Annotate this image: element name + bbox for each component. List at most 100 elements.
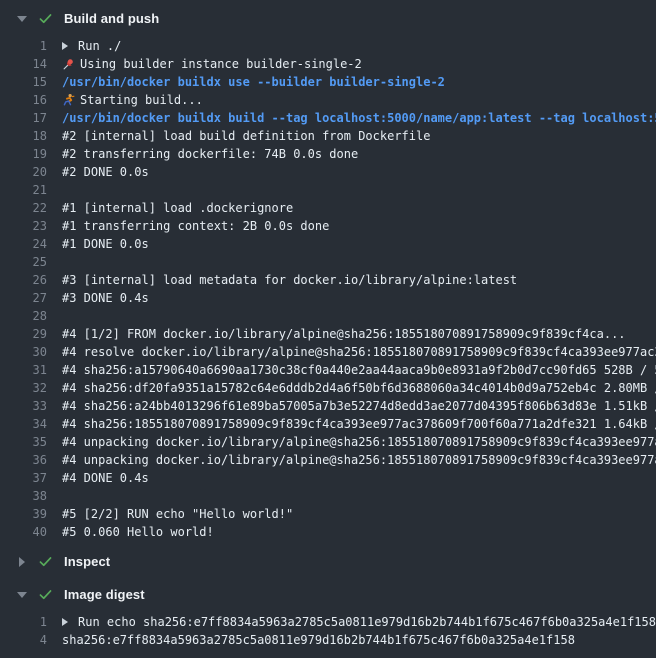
chevron-down-icon[interactable] <box>16 592 28 598</box>
log-line[interactable]: 23 #1 transferring context: 2B 0.0s done <box>0 217 656 235</box>
log-line[interactable]: 4 sha256:e7ff8834a5963a2785c5a0811e979d1… <box>0 631 656 649</box>
line-number: 15 <box>0 73 47 91</box>
log-line[interactable]: 25 <box>0 253 656 271</box>
log-section: Image digest 1 Run echo sha256:e7ff8834a… <box>0 578 656 653</box>
line-number: 39 <box>0 505 47 523</box>
line-number: 40 <box>0 523 47 541</box>
log-text: #5 0.060 Hello world! <box>62 523 214 541</box>
log-text: #2 DONE 0.0s <box>62 163 149 181</box>
log-text: #5 [2/2] RUN echo "Hello world!" <box>62 505 293 523</box>
log-line[interactable]: 19 #2 transferring dockerfile: 74B 0.0s … <box>0 145 656 163</box>
section-title: Image digest <box>64 587 145 602</box>
log-line[interactable]: 20 #2 DONE 0.0s <box>0 163 656 181</box>
section-log-body: 1 Run ./ 14 Using builder instance build… <box>0 35 656 545</box>
log-text: #4 resolve docker.io/library/alpine@sha2… <box>62 343 656 361</box>
runner-icon <box>62 93 75 107</box>
log-text: sha256:e7ff8834a5963a2785c5a0811e979d16b… <box>62 631 575 649</box>
log-text: #1 [internal] load .dockerignore <box>62 199 293 217</box>
log-line[interactable]: 14 Using builder instance builder-single… <box>0 55 656 73</box>
log-text: #1 DONE 0.0s <box>62 235 149 253</box>
line-number: 27 <box>0 289 47 307</box>
line-number: 24 <box>0 235 47 253</box>
line-number: 38 <box>0 487 47 505</box>
log-line[interactable]: 32 #4 sha256:df20fa9351a15782c64e6dddb2d… <box>0 379 656 397</box>
section-header[interactable]: Image digest <box>0 578 656 611</box>
log-text: #4 sha256:df20fa9351a15782c64e6dddb2d4a6… <box>62 379 656 397</box>
line-number: 28 <box>0 307 47 325</box>
log-line[interactable]: 36 #4 unpacking docker.io/library/alpine… <box>0 451 656 469</box>
log-line[interactable]: 29 #4 [1/2] FROM docker.io/library/alpin… <box>0 325 656 343</box>
line-number: 33 <box>0 397 47 415</box>
log-text: #4 [1/2] FROM docker.io/library/alpine@s… <box>62 325 626 343</box>
log-text: Run ./ <box>78 37 121 55</box>
log-line[interactable]: 31 #4 sha256:a15790640a6690aa1730c38cf0a… <box>0 361 656 379</box>
log-line[interactable]: 22 #1 [internal] load .dockerignore <box>0 199 656 217</box>
line-number: 22 <box>0 199 47 217</box>
log-text: Using builder instance builder-single-2 <box>80 55 362 73</box>
chevron-right-icon[interactable] <box>16 557 28 567</box>
line-number: 19 <box>0 145 47 163</box>
chevron-right-icon[interactable] <box>62 42 73 50</box>
log-line[interactable]: 35 #4 unpacking docker.io/library/alpine… <box>0 433 656 451</box>
log-line[interactable]: 1 Run echo sha256:e7ff8834a5963a2785c5a0… <box>0 613 656 631</box>
log-line[interactable]: 30 #4 resolve docker.io/library/alpine@s… <box>0 343 656 361</box>
line-number: 20 <box>0 163 47 181</box>
log-line[interactable]: 38 <box>0 487 656 505</box>
line-number: 1 <box>0 613 47 631</box>
line-number: 32 <box>0 379 47 397</box>
log-line[interactable]: 39 #5 [2/2] RUN echo "Hello world!" <box>0 505 656 523</box>
check-icon <box>38 554 54 570</box>
line-number: 37 <box>0 469 47 487</box>
log-text: #4 sha256:185518070891758909c9f839cf4ca3… <box>62 415 656 433</box>
log-line[interactable]: 27 #3 DONE 0.4s <box>0 289 656 307</box>
log-text: Starting build... <box>80 91 203 109</box>
log-line[interactable]: 16 Starting build... <box>0 91 656 109</box>
line-number: 4 <box>0 631 47 649</box>
log-line[interactable]: 26 #3 [internal] load metadata for docke… <box>0 271 656 289</box>
line-number: 16 <box>0 91 47 109</box>
log-line[interactable]: 18 #2 [internal] load build definition f… <box>0 127 656 145</box>
line-number: 21 <box>0 181 47 199</box>
section-header[interactable]: Inspect <box>0 545 656 578</box>
workflow-log-viewer: Build and push 1 Run ./ 14 Using builder… <box>0 0 656 653</box>
line-number: 18 <box>0 127 47 145</box>
log-line[interactable]: 34 #4 sha256:185518070891758909c9f839cf4… <box>0 415 656 433</box>
section-title: Inspect <box>64 554 110 569</box>
log-line[interactable]: 21 <box>0 181 656 199</box>
section-title: Build and push <box>64 11 159 26</box>
log-text: #4 sha256:a15790640a6690aa1730c38cf0a440… <box>62 361 656 379</box>
line-number: 29 <box>0 325 47 343</box>
line-number: 25 <box>0 253 47 271</box>
chevron-right-icon[interactable] <box>62 618 73 626</box>
log-text: /usr/bin/docker buildx build --tag local… <box>62 109 656 127</box>
pushpin-icon <box>62 57 75 71</box>
log-line[interactable]: 1 Run ./ <box>0 37 656 55</box>
log-text: #4 unpacking docker.io/library/alpine@sh… <box>62 433 656 451</box>
log-text: #3 [internal] load metadata for docker.i… <box>62 271 517 289</box>
log-line[interactable]: 24 #1 DONE 0.0s <box>0 235 656 253</box>
line-number: 34 <box>0 415 47 433</box>
log-text: #4 DONE 0.4s <box>62 469 149 487</box>
log-text: #1 transferring context: 2B 0.0s done <box>62 217 329 235</box>
log-text: #4 unpacking docker.io/library/alpine@sh… <box>62 451 656 469</box>
log-line[interactable]: 37 #4 DONE 0.4s <box>0 469 656 487</box>
chevron-down-icon[interactable] <box>16 16 28 22</box>
line-number: 30 <box>0 343 47 361</box>
log-text: #2 [internal] load build definition from… <box>62 127 430 145</box>
line-number: 23 <box>0 217 47 235</box>
line-number: 35 <box>0 433 47 451</box>
log-text: Run echo sha256:e7ff8834a5963a2785c5a081… <box>78 613 656 631</box>
log-text: /usr/bin/docker buildx use --builder bui… <box>62 73 445 91</box>
log-line[interactable]: 28 <box>0 307 656 325</box>
log-line[interactable]: 17 /usr/bin/docker buildx build --tag lo… <box>0 109 656 127</box>
section-log-body: 1 Run echo sha256:e7ff8834a5963a2785c5a0… <box>0 611 656 653</box>
check-icon <box>38 11 54 27</box>
line-number: 31 <box>0 361 47 379</box>
section-header[interactable]: Build and push <box>0 2 656 35</box>
line-number: 26 <box>0 271 47 289</box>
log-text: #2 transferring dockerfile: 74B 0.0s don… <box>62 145 358 163</box>
log-line[interactable]: 15 /usr/bin/docker buildx use --builder … <box>0 73 656 91</box>
log-text: #3 DONE 0.4s <box>62 289 149 307</box>
log-line[interactable]: 33 #4 sha256:a24bb4013296f61e89ba57005a7… <box>0 397 656 415</box>
log-line[interactable]: 40 #5 0.060 Hello world! <box>0 523 656 541</box>
